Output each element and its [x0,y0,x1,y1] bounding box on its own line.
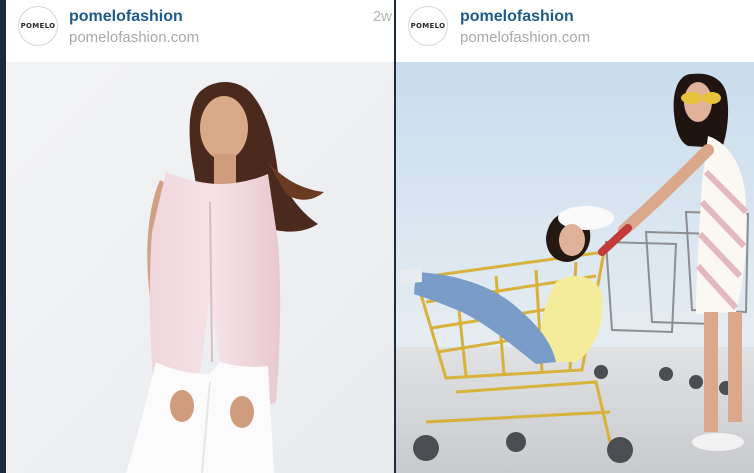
location-link[interactable]: pomelofashion.com [69,29,199,46]
post-timestamp: 2w [372,8,392,25]
username-link[interactable]: pomelofashion [460,8,574,26]
post-photo[interactable] [6,62,394,473]
post-card: POMELO pomelofashion pomelofashion.com 2… [6,0,394,473]
post-header: POMELO pomelofashion pomelofashion.com [396,0,754,62]
photo-model-pink-top [6,62,394,473]
avatar-logo-text: POMELO [410,22,446,30]
photo-shopping-cart [396,62,754,473]
username-link[interactable]: pomelofashion [69,8,183,26]
post-photo[interactable] [396,62,754,473]
post-header: POMELO pomelofashion pomelofashion.com 2… [6,0,394,62]
avatar[interactable]: POMELO [408,6,448,46]
location-link[interactable]: pomelofashion.com [460,29,590,46]
avatar-logo-text: POMELO [20,22,56,30]
avatar[interactable]: POMELO [18,6,58,46]
post-card: POMELO pomelofashion pomelofashion.com [396,0,754,473]
